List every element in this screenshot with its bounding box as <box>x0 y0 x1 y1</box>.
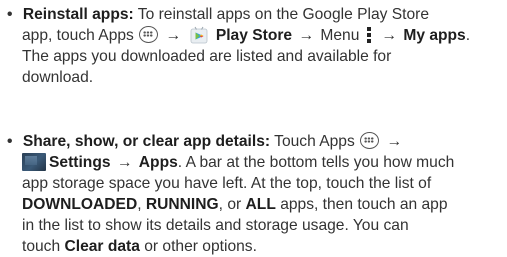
item-lead: Share, show, or clear app details: <box>22 133 271 150</box>
arrow-glyph: → <box>386 133 403 150</box>
item-text: , or <box>218 196 246 213</box>
settings-label: Settings <box>49 154 111 171</box>
menu-dots-icon <box>365 26 373 44</box>
arrow-glyph: → <box>381 27 397 44</box>
apps-grid-icon <box>139 26 159 43</box>
item-line: Settings → Apps. A bar at the bottom tel… <box>22 152 454 173</box>
item-text: . <box>465 27 471 44</box>
item-line: app storage space you have left. At the … <box>22 175 432 192</box>
item-line: • Share, show, or clear app details: Tou… <box>7 131 404 152</box>
bullet: • <box>7 133 13 150</box>
settings-icon <box>22 153 46 171</box>
item-line: DOWNLOADED, RUNNING, or ALL apps, then t… <box>22 194 448 215</box>
item-text: app, touch Apps <box>22 27 134 44</box>
downloaded-label: DOWNLOADED <box>22 196 138 213</box>
item-line: • Reinstall apps: To reinstall apps on t… <box>7 4 429 25</box>
item-text: . A bar at the bottom tells you how much <box>177 154 455 171</box>
all-label: ALL <box>245 196 276 213</box>
item-text: Touch Apps <box>270 133 355 150</box>
item-line: The apps you downloaded are listed and a… <box>22 48 392 65</box>
play-store-label: Play Store <box>215 27 293 44</box>
play-store-icon <box>189 25 209 45</box>
arrow-glyph: → <box>165 27 182 44</box>
item-lead: Reinstall apps: <box>22 6 134 23</box>
item-text: Menu <box>320 27 360 44</box>
item-text: apps, then touch an app <box>275 196 448 213</box>
arrow-glyph: → <box>298 27 315 44</box>
item-text: , <box>137 196 146 213</box>
item-line: download. <box>22 69 94 86</box>
help-page: • Reinstall apps: To reinstall apps on t… <box>0 0 507 255</box>
bullet: • <box>7 6 13 23</box>
my-apps-label: My apps <box>403 27 466 44</box>
item-line: app, touch Apps → Play Store → Menu → My… <box>22 25 470 46</box>
apps-label: Apps <box>138 154 178 171</box>
running-label: RUNNING <box>145 196 219 213</box>
item-line: in the list to show its details and stor… <box>22 217 409 234</box>
arrow-glyph: → <box>116 154 133 171</box>
item-text: To reinstall apps on the Google Play Sto… <box>133 6 430 23</box>
apps-grid-icon <box>360 132 380 149</box>
